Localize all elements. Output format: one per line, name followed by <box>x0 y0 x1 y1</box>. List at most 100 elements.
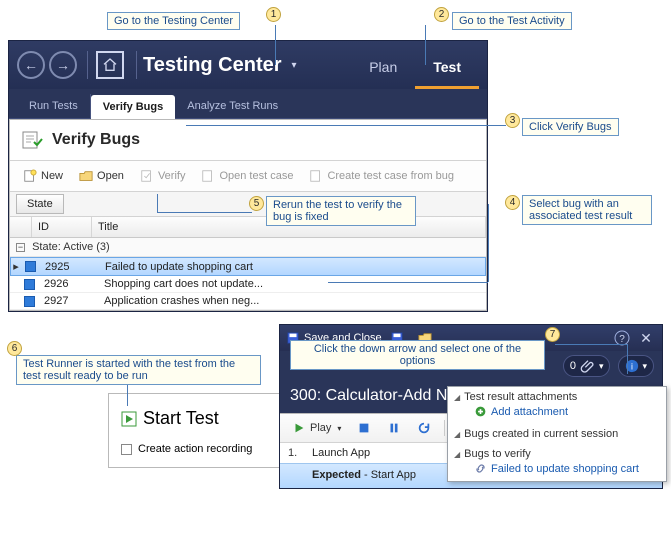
bug-id: 2925 <box>39 261 99 273</box>
subtab-verify-bugs[interactable]: Verify Bugs <box>91 95 176 119</box>
callout-7: Click the down arrow and select one of t… <box>290 340 545 370</box>
pause-icon <box>387 421 401 435</box>
home-icon <box>102 57 118 73</box>
panel-title-row: Verify Bugs <box>10 120 486 160</box>
table-row[interactable]: ▸ 2925Failed to update shopping cart <box>10 257 486 276</box>
callout-badge-1: 1 <box>266 7 281 22</box>
window-header: ← → Testing Center ▾ Plan Test <box>9 41 487 89</box>
panel-toolbar: New Open Verify Open test case Create te… <box>10 160 486 192</box>
triangle-icon: ◢ <box>454 430 460 439</box>
flyout-section-bugs-verify[interactable]: ◢Bugs to verify <box>454 448 660 460</box>
callout-line-2 <box>425 25 426 65</box>
step-number: 1. <box>288 447 312 459</box>
create-tc-label: Create test case from bug <box>327 170 454 182</box>
bug-title: Failed to update shopping cart <box>99 261 485 273</box>
bug-icon <box>21 261 39 272</box>
callout-line-3 <box>186 125 506 126</box>
app-title-dropdown[interactable]: ▾ <box>292 60 297 71</box>
sub-tabs: Run Tests Verify Bugs Analyze Test Runs <box>9 89 487 119</box>
verify-icon <box>140 169 154 183</box>
divider <box>87 51 88 79</box>
stop-button[interactable] <box>351 418 377 438</box>
pause-button[interactable] <box>381 418 407 438</box>
group-toggle-icon[interactable]: − <box>16 243 25 252</box>
reset-button[interactable] <box>411 418 437 438</box>
chevron-down-icon: ▾ <box>642 361 647 372</box>
help-button[interactable]: ? <box>612 328 632 348</box>
primary-tabs: Plan Test <box>351 41 479 89</box>
tab-plan[interactable]: Plan <box>351 45 415 89</box>
back-button[interactable]: ← <box>17 51 45 79</box>
callout-line-7b <box>627 344 628 374</box>
row-indicator: ▸ <box>11 260 21 273</box>
bug-id: 2927 <box>38 295 98 307</box>
callout-5: Rerun the test to verify the bug is fixe… <box>266 196 416 226</box>
callout-1: Go to the Testing Center <box>107 12 240 30</box>
new-label: New <box>41 170 63 182</box>
bug-icon <box>20 296 38 307</box>
grid-group-row[interactable]: − State: Active (3) <box>10 238 486 257</box>
start-test-button[interactable]: Start Test <box>121 408 295 429</box>
table-row[interactable]: 2926Shopping cart does not update... <box>10 276 486 293</box>
chevron-down-icon: ▾ <box>599 361 604 372</box>
bug-link[interactable]: Failed to update shopping cart <box>454 460 660 477</box>
verify-button[interactable]: Verify <box>133 165 193 187</box>
callout-4: Select bug with an associated test resul… <box>522 195 652 225</box>
grid-header-spacer <box>10 217 32 237</box>
callout-badge-6: 6 <box>7 341 22 356</box>
state-filter-button[interactable]: State <box>16 194 64 214</box>
open-tc-label: Open test case <box>219 170 293 182</box>
verify-label: Verify <box>158 170 186 182</box>
start-test-box: Start Test Create action recording <box>108 393 308 468</box>
close-button[interactable]: ✕ <box>636 328 656 348</box>
callout-line-6 <box>127 384 128 406</box>
create-recording-label: Create action recording <box>138 443 252 455</box>
callout-line-1 <box>275 25 276 65</box>
start-test-label: Start Test <box>143 408 219 429</box>
flyout-section-attachments[interactable]: ◢Test result attachments <box>454 391 660 403</box>
new-button[interactable]: New <box>16 165 70 187</box>
triangle-icon: ◢ <box>454 450 460 459</box>
attach-count: 0 <box>570 360 576 372</box>
paperclip-icon <box>580 358 596 374</box>
link-icon <box>474 462 487 475</box>
bug-icon <box>20 279 38 290</box>
add-attachment-link[interactable]: Add attachment <box>454 403 660 420</box>
open-icon <box>79 169 93 183</box>
callout-line-4a <box>488 204 489 282</box>
app-title: Testing Center <box>143 54 282 77</box>
open-label: Open <box>97 170 124 182</box>
callout-line-4b <box>328 282 488 283</box>
callout-badge-5: 5 <box>249 196 264 211</box>
open-button[interactable]: Open <box>72 165 131 187</box>
triangle-icon: ◢ <box>454 393 460 402</box>
table-row[interactable]: 2927Application crashes when neg... <box>10 293 486 310</box>
open-test-case-button[interactable]: Open test case <box>194 165 300 187</box>
expected-label: Expected <box>312 469 361 481</box>
verify-bug-icon <box>20 128 44 152</box>
play-button[interactable]: Play ▾ <box>286 418 347 438</box>
forward-button[interactable]: → <box>49 51 77 79</box>
add-icon <box>474 405 487 418</box>
grid-header-id[interactable]: ID <box>32 217 92 237</box>
attach-count-pill[interactable]: 0 ▾ <box>563 355 611 377</box>
info-pill[interactable]: i ▾ <box>618 355 654 377</box>
callout-line-5b <box>157 212 252 213</box>
open-tc-icon <box>201 169 215 183</box>
home-button[interactable] <box>96 51 124 79</box>
play-label: Play <box>310 422 331 434</box>
bug-title: Shopping cart does not update... <box>98 278 486 290</box>
callout-6: Test Runner is started with the test fro… <box>16 355 261 385</box>
flyout-section-bugs-session[interactable]: ◢Bugs created in current session <box>454 428 660 440</box>
callout-badge-7: 7 <box>545 327 560 342</box>
subtab-analyze[interactable]: Analyze Test Runs <box>175 94 290 118</box>
checkbox-icon[interactable] <box>121 444 132 455</box>
callout-badge-3: 3 <box>505 113 520 128</box>
create-tc-button[interactable]: Create test case from bug <box>302 165 461 187</box>
group-label: State: Active (3) <box>32 241 110 253</box>
create-recording-row[interactable]: Create action recording <box>121 443 295 455</box>
subtab-run-tests[interactable]: Run Tests <box>17 94 91 118</box>
new-icon <box>23 169 37 183</box>
callout-badge-4: 4 <box>505 195 520 210</box>
chevron-down-icon: ▾ <box>337 424 341 433</box>
